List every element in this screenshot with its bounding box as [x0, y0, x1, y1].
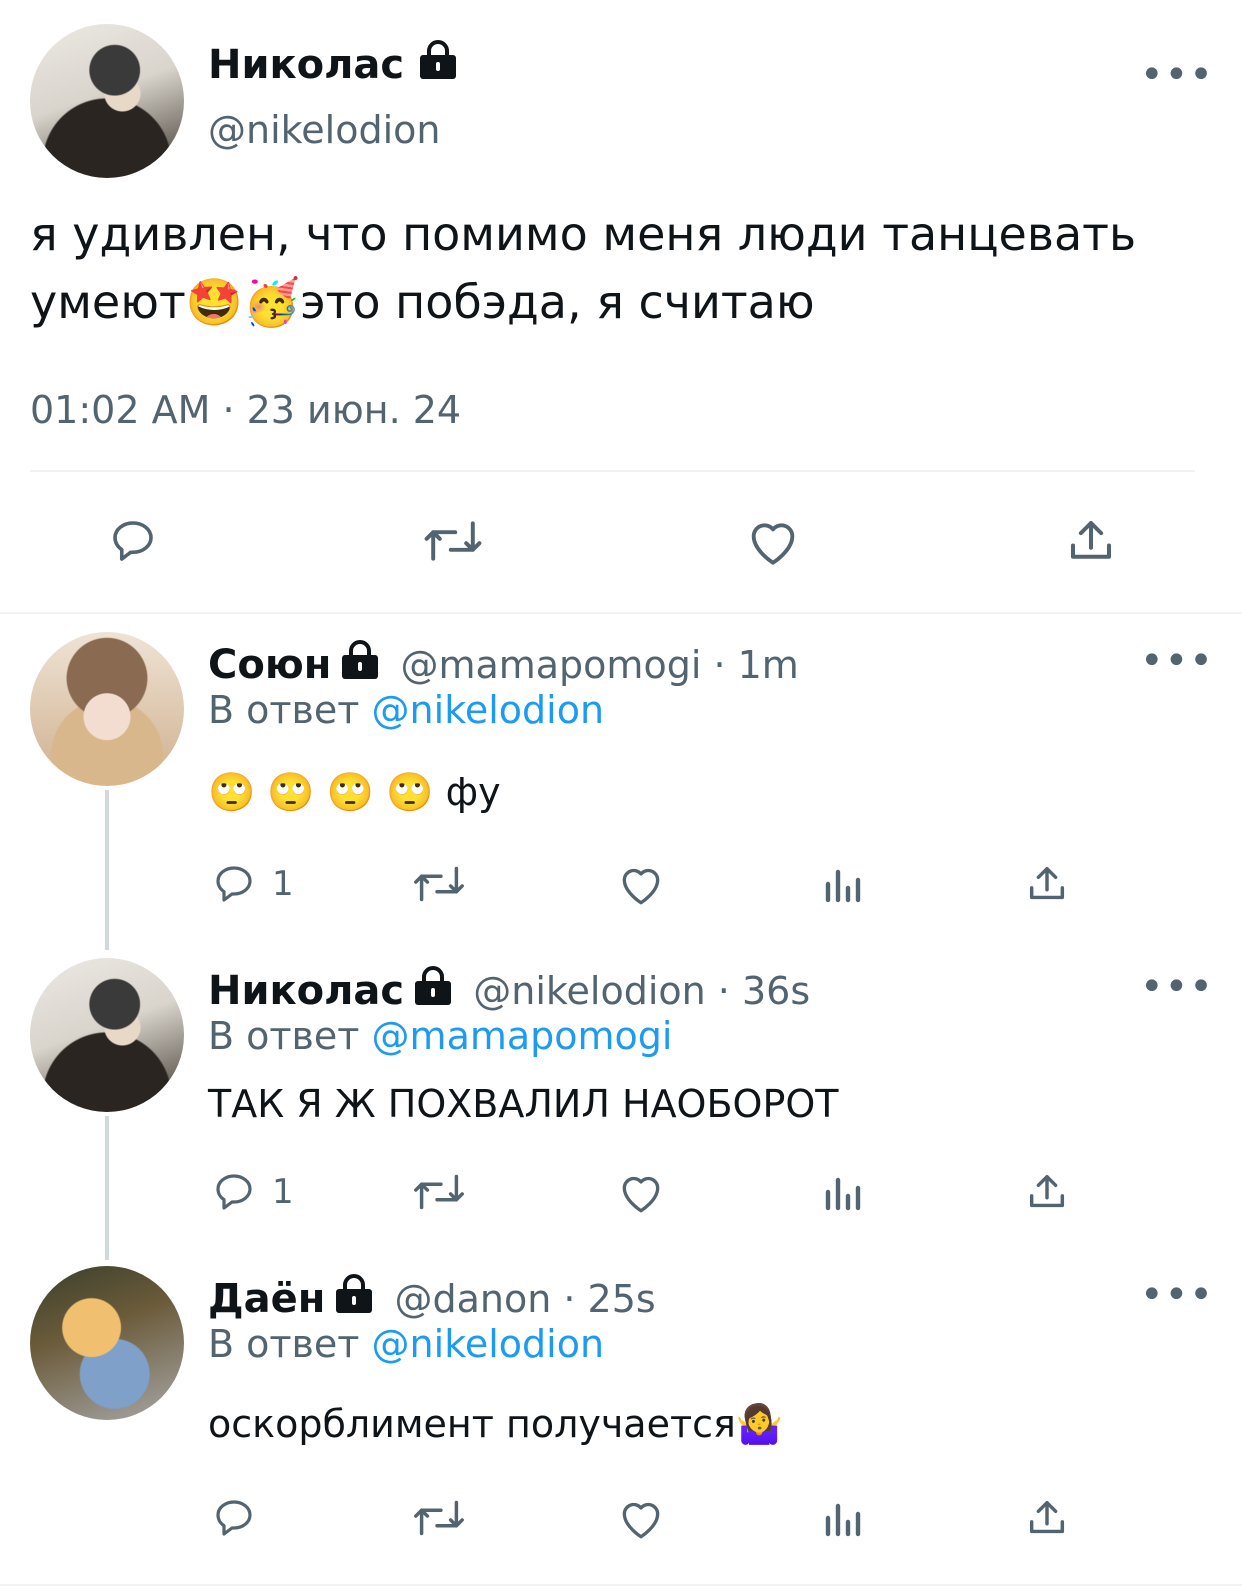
author-handle-time[interactable]: @nikelodion · 36s	[473, 969, 810, 1013]
like-button[interactable]	[744, 514, 802, 568]
reply-prefix: В ответ	[208, 1014, 360, 1058]
reply-button[interactable]: 1	[210, 860, 294, 908]
author-name[interactable]: Николас	[208, 968, 404, 1014]
reply-header: Даён @danon · 25s	[208, 1274, 656, 1322]
lock-icon	[412, 966, 454, 1006]
reply-button[interactable]	[210, 1494, 272, 1542]
views-icon	[822, 1168, 866, 1216]
tweet-text-part: умеют	[30, 275, 186, 329]
mention-link[interactable]: @mamapomogi	[372, 1014, 673, 1058]
tweet-text-line1: я удивлен, что помимо меня люди танцеват…	[30, 207, 1137, 261]
lock-icon	[417, 40, 459, 80]
author-name[interactable]: Николас	[208, 42, 404, 88]
retweet-button[interactable]	[420, 514, 486, 568]
reply-text: ТАК Я Ж ПОХВАЛИЛ НАОБОРОТ	[208, 1082, 839, 1126]
avatar[interactable]	[30, 632, 184, 786]
mention-link[interactable]: @nikelodion	[372, 1322, 605, 1366]
tweet-text: я удивлен, что помимо меня люди танцеват…	[30, 200, 1230, 336]
reply-context: В ответ @nikelodion	[208, 688, 604, 732]
like-icon	[616, 860, 666, 908]
timestamp[interactable]: 01:02 AM · 23 июн. 24	[30, 388, 461, 432]
thread-line	[105, 1116, 109, 1260]
reply-context: В ответ @mamapomogi	[208, 1014, 672, 1058]
mention-link[interactable]: @nikelodion	[372, 688, 605, 732]
avatar[interactable]	[30, 24, 184, 178]
retweet-button[interactable]	[410, 1168, 468, 1216]
reply-prefix: В ответ	[208, 1322, 360, 1366]
share-icon	[1024, 860, 1070, 908]
share-button[interactable]	[1024, 1494, 1070, 1542]
reply-icon	[106, 514, 160, 568]
reply-count: 1	[272, 1172, 294, 1212]
reply-icon	[210, 1494, 258, 1542]
reply-header: Союн @mamapomogi · 1m	[208, 640, 799, 688]
reply-icon	[210, 1168, 258, 1216]
like-button[interactable]	[616, 860, 666, 908]
views-button[interactable]	[822, 1168, 866, 1216]
section-divider	[0, 612, 1242, 614]
share-button[interactable]	[1064, 514, 1118, 568]
author-row: Николас	[208, 40, 459, 88]
divider	[30, 470, 1195, 472]
share-icon	[1064, 514, 1118, 568]
reply-context: В ответ @nikelodion	[208, 1322, 604, 1366]
author-name[interactable]: Союн	[208, 642, 331, 688]
avatar[interactable]	[30, 1266, 184, 1420]
author-handle-time[interactable]: @danon · 25s	[394, 1277, 655, 1321]
reply-text: оскорблимент получается🤷‍♀️	[208, 1402, 784, 1446]
like-button[interactable]	[616, 1494, 666, 1542]
author-name[interactable]: Даён	[208, 1276, 325, 1322]
lock-icon	[339, 640, 381, 680]
retweet-icon	[410, 1494, 468, 1542]
views-button[interactable]	[822, 860, 866, 908]
views-icon	[822, 860, 866, 908]
reply-icon	[210, 860, 258, 908]
retweet-icon	[410, 860, 468, 908]
like-icon	[744, 514, 802, 568]
lock-icon	[333, 1274, 375, 1314]
more-icon[interactable]: •••	[1140, 55, 1214, 95]
like-icon	[616, 1494, 666, 1542]
reply-button[interactable]	[106, 514, 160, 568]
like-icon	[616, 1168, 666, 1216]
more-icon[interactable]: •••	[1140, 1275, 1214, 1315]
author-handle-time[interactable]: @mamapomogi · 1m	[400, 643, 798, 687]
tweet-text-part: это побэда, я считаю	[300, 275, 815, 329]
share-button[interactable]	[1024, 860, 1070, 908]
share-icon	[1024, 1168, 1070, 1216]
like-button[interactable]	[616, 1168, 666, 1216]
retweet-button[interactable]	[410, 1494, 468, 1542]
tweet-text-line2: умеют🤩🥳это побэда, я считаю	[30, 268, 1230, 336]
more-icon[interactable]: •••	[1140, 967, 1214, 1007]
emoji: 🥳	[243, 275, 301, 329]
avatar[interactable]	[30, 958, 184, 1112]
reply-text: 🙄 🙄 🙄 🙄 фу	[208, 770, 501, 814]
reply-count: 1	[272, 864, 294, 904]
share-icon	[1024, 1494, 1070, 1542]
section-divider	[0, 1584, 1242, 1586]
share-button[interactable]	[1024, 1168, 1070, 1216]
emoji: 🤩	[185, 275, 244, 329]
views-icon	[822, 1494, 866, 1542]
thread-line	[105, 790, 109, 950]
reply-prefix: В ответ	[208, 688, 360, 732]
author-handle[interactable]: @nikelodion	[208, 108, 441, 152]
reply-button[interactable]: 1	[210, 1168, 294, 1216]
retweet-icon	[420, 514, 486, 568]
retweet-icon	[410, 1168, 468, 1216]
reply-header: Николас @nikelodion · 36s	[208, 966, 810, 1014]
views-button[interactable]	[822, 1494, 866, 1542]
more-icon[interactable]: •••	[1140, 641, 1214, 681]
retweet-button[interactable]	[410, 860, 468, 908]
